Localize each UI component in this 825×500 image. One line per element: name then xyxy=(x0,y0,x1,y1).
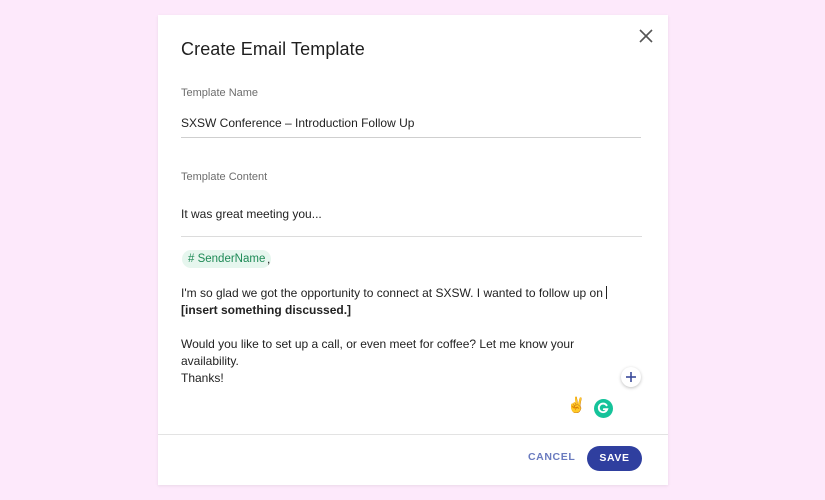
plus-icon[interactable] xyxy=(621,367,641,387)
template-name-label: Template Name xyxy=(181,87,259,99)
footer-divider xyxy=(158,434,668,435)
template-content-label: Template Content xyxy=(181,171,268,183)
cancel-button[interactable]: CANCEL xyxy=(528,451,575,463)
create-email-template-dialog: Create Email Template Template Name Temp… xyxy=(158,15,668,485)
save-button[interactable]: SAVE xyxy=(587,446,642,471)
victory-hand-emoji-icon[interactable]: ✌ xyxy=(567,397,586,415)
template-subject-text[interactable]: It was great meeting you... xyxy=(181,207,322,221)
text-caret xyxy=(606,286,608,299)
paragraph-2[interactable]: Would you like to set up a call, or even… xyxy=(181,336,621,370)
comma-text: , xyxy=(267,252,271,266)
template-name-input[interactable] xyxy=(181,113,641,138)
grammarly-icon[interactable] xyxy=(594,399,613,418)
dialog-title: Create Email Template xyxy=(181,39,365,59)
paragraph-3[interactable]: Thanks! xyxy=(181,370,621,387)
close-icon[interactable] xyxy=(636,26,656,46)
paragraph-1[interactable]: I'm so glad we got the opportunity to co… xyxy=(181,285,621,319)
paragraph-1-bold: [insert something discussed.] xyxy=(181,303,352,317)
sender-name-chip[interactable]: # SenderName xyxy=(182,250,272,268)
paragraph-1-plain: I'm so glad we got the opportunity to co… xyxy=(181,286,607,300)
subject-divider xyxy=(181,236,642,237)
